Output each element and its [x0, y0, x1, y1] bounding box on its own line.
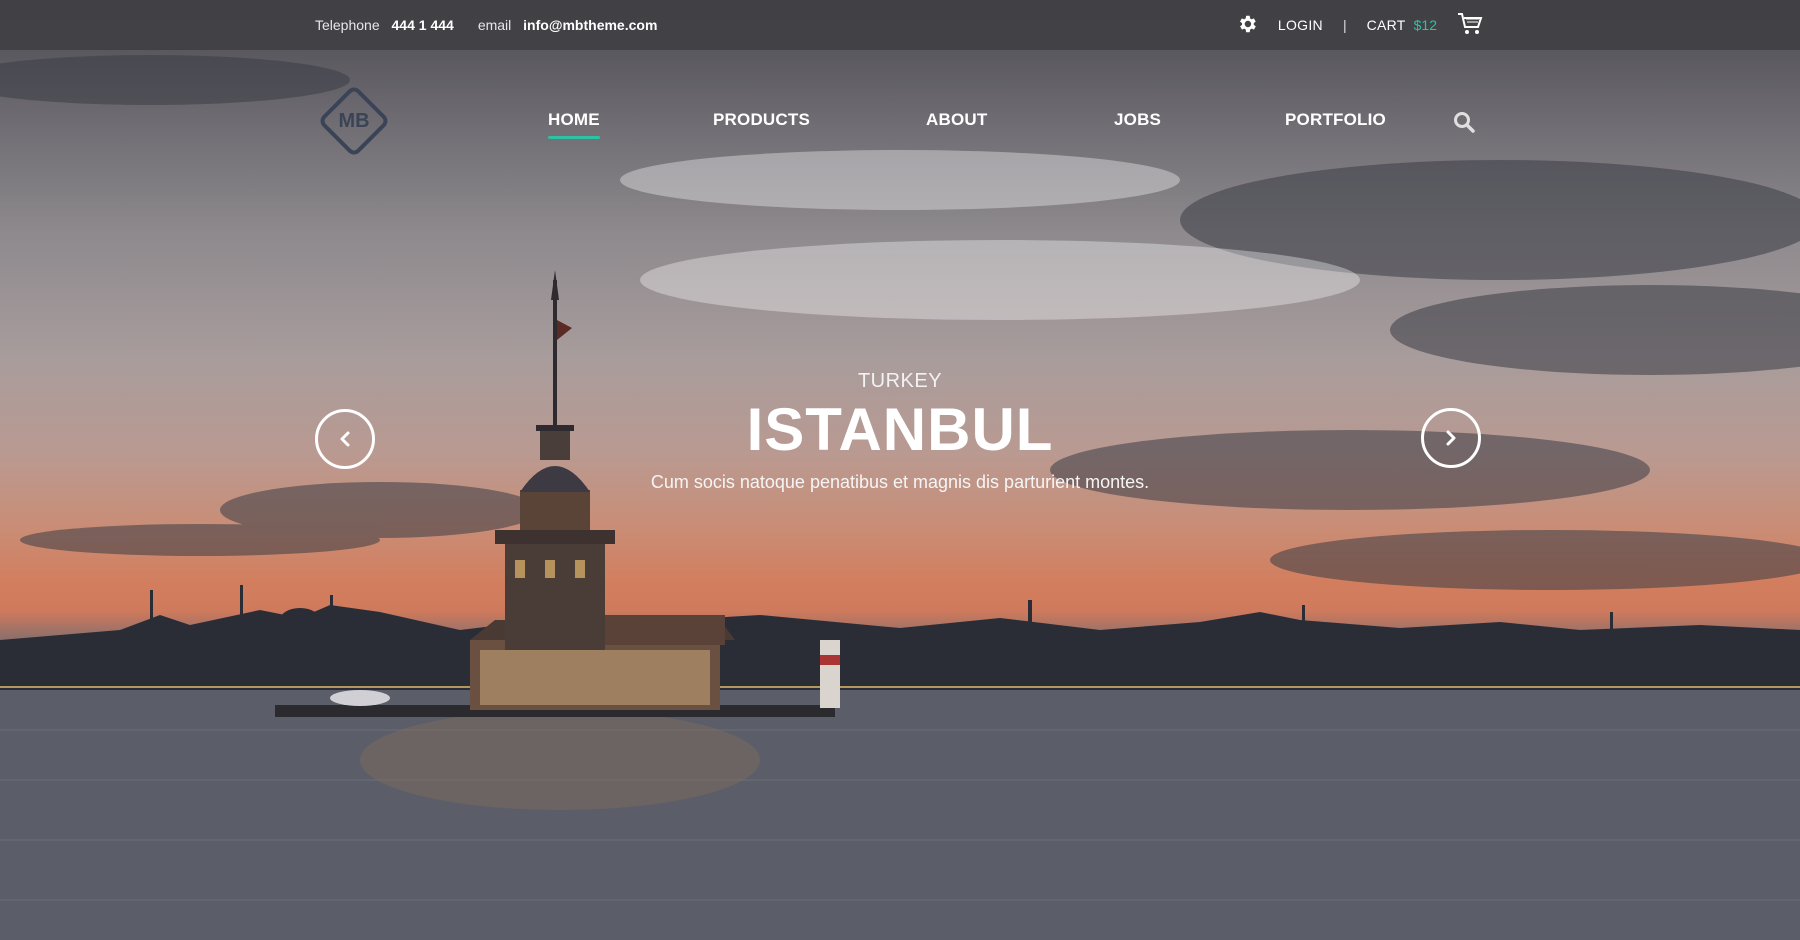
telephone-value[interactable]: 444 1 444 — [392, 17, 454, 33]
email-label: email — [477, 17, 512, 33]
nav-item-portfolio[interactable]: PORTFOLIO — [1285, 110, 1386, 130]
email-info: email info@mbtheme.com — [478, 17, 658, 33]
nav-item-about[interactable]: ABOUT — [926, 110, 987, 130]
email-value[interactable]: info@mbtheme.com — [523, 17, 657, 33]
slide-subtitle: TURKEY — [857, 370, 943, 392]
slide-description: Cum socis natoque penatibus et magnis di… — [650, 472, 1150, 492]
telephone-info: Telephone 444 1 444 — [315, 17, 454, 33]
search-icon[interactable] — [1453, 111, 1475, 133]
cart-link[interactable]: CART $12 — [1367, 17, 1437, 33]
divider: | — [1342, 17, 1347, 33]
nav-item-jobs[interactable]: JOBS — [1114, 110, 1161, 130]
gear-icon — [1239, 15, 1256, 32]
cart-button[interactable] — [1457, 12, 1483, 39]
nav-item-home[interactable]: HOME — [548, 110, 600, 139]
nav-item-products[interactable]: PRODUCTS — [713, 110, 810, 130]
settings-button[interactable] — [1236, 13, 1258, 38]
cart-icon — [1458, 12, 1483, 34]
login-link[interactable]: LOGIN — [1278, 17, 1323, 33]
slide-caption: TURKEY ISTANBUL Cum socis natoque penati… — [0, 370, 1800, 493]
top-bar: Telephone 444 1 444 email info@mbtheme.c… — [0, 0, 1800, 50]
cart-price: $12 — [1413, 17, 1437, 33]
telephone-label: Telephone — [315, 17, 380, 33]
main-nav: HOME PRODUCTS ABOUT JOBS PORTFOLIO — [0, 110, 1800, 140]
cart-label: CART — [1366, 17, 1406, 33]
account-links: LOGIN | CART $12 — [1236, 0, 1483, 50]
contact-info: Telephone 444 1 444 email info@mbtheme.c… — [315, 0, 657, 50]
slide-title: ISTANBUL — [746, 396, 1054, 463]
